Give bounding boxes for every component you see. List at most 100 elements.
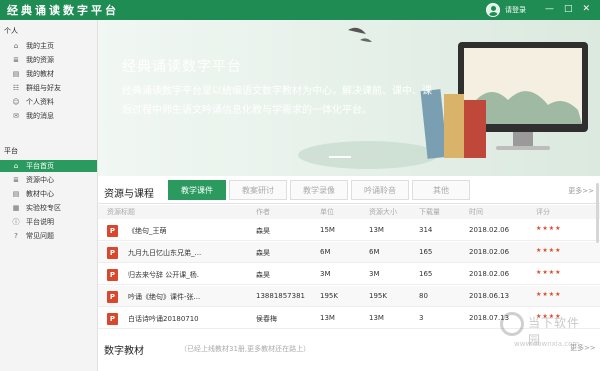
sidebar-item-label: 常见问题 bbox=[26, 232, 54, 240]
resources-more-link[interactable]: 更多>> bbox=[568, 186, 594, 196]
home-icon: ⌂ bbox=[13, 42, 19, 50]
sidebar-item-label: 我的消息 bbox=[26, 112, 54, 120]
table-row[interactable]: P 《绝句_王萌 森昊 15M 13M 314 2018.02.06 ★★★★ bbox=[98, 220, 600, 241]
cell-title[interactable]: 九月九日忆山东兄弟_... bbox=[128, 248, 201, 258]
banner-pager bbox=[304, 156, 376, 158]
col-unit: 单位 bbox=[320, 208, 334, 216]
sidebar-item-label: 我的资源 bbox=[26, 56, 54, 64]
table-header: 资源标题 作者 单位 资源大小 下载量 时间 评分 bbox=[98, 205, 600, 219]
cell-downloads: 314 bbox=[419, 226, 433, 234]
cell-size: 6M bbox=[369, 248, 380, 256]
school-icon: ▦ bbox=[12, 204, 20, 212]
platform-section-title: 平台 bbox=[4, 147, 18, 155]
sidebar-item-label: 我的主页 bbox=[26, 42, 54, 50]
rating-stars: ★★★★ bbox=[536, 225, 562, 232]
rating-stars: ★★★★ bbox=[536, 247, 562, 254]
list-icon: ≣ bbox=[13, 176, 19, 184]
sidebar-item[interactable]: ≣ 我的资源 bbox=[0, 54, 97, 66]
tab-videos[interactable]: 教学录像 bbox=[290, 180, 348, 200]
title-bar: 经典诵读数字平台 请登录 — □ ✕ bbox=[0, 0, 600, 20]
login-area[interactable]: 请登录 bbox=[486, 3, 526, 17]
rating-stars: ★★★★ bbox=[536, 291, 562, 298]
tab-recitation[interactable]: 吟诵聆音 bbox=[351, 180, 409, 200]
cell-title[interactable]: 吟诵《绝句》课件-张... bbox=[128, 292, 200, 302]
cell-author: 森昊 bbox=[256, 227, 270, 235]
bird-icon bbox=[348, 27, 366, 34]
cell-size: 3M bbox=[369, 270, 380, 278]
resources-section-title: 资源与课程 bbox=[104, 189, 154, 200]
list-icon: ≣ bbox=[13, 56, 19, 64]
cell-author: 侯春梅 bbox=[256, 315, 277, 323]
banner[interactable]: 经典诵读数字平台 经典诵读数字平台是以统编语文数字教材为中心，解决课前、课中、课… bbox=[98, 20, 600, 176]
table-row[interactable]: P 归去来兮辞 公开课_杨. 森昊 3M 3M 165 2018.02.06 ★★★★ bbox=[98, 264, 600, 285]
sidebar-item[interactable]: ▤ 我的教材 bbox=[0, 68, 97, 80]
sidebar-item[interactable]: ☷ 群组与好友 bbox=[0, 82, 97, 94]
cell-title[interactable]: 白话诗吟诵20180710 bbox=[128, 314, 199, 324]
cell-author: 森昊 bbox=[256, 271, 270, 279]
cell-title[interactable]: 《绝句_王萌 bbox=[128, 226, 167, 236]
textbooks-title: 数字教材 bbox=[104, 346, 144, 357]
cell-author: 13881857381 bbox=[256, 292, 305, 300]
rating-stars: ★★★★ bbox=[536, 269, 562, 276]
banner-dot-active[interactable] bbox=[329, 156, 351, 158]
sidebar-item[interactable]: ☺ 个人资料 bbox=[0, 96, 97, 108]
sidebar-item[interactable]: ▤ 教材中心 bbox=[0, 188, 97, 200]
info-icon: ⓘ bbox=[12, 218, 20, 226]
cell-downloads: 165 bbox=[419, 248, 433, 256]
sidebar-item[interactable]: ⌂ 平台首页 bbox=[0, 160, 97, 172]
group-icon: ☷ bbox=[12, 84, 20, 92]
sidebar: 个人 ⌂ 我的主页 ≣ 我的资源 ▤ 我的教材 ☷ 群组与好友 ☺ 个人资料 ✉ 我的消息 平台 ⌂ 平… bbox=[0, 20, 98, 371]
cell-size: 13M bbox=[369, 314, 384, 322]
banner-title: 经典诵读数字平台 bbox=[122, 59, 242, 75]
cell-downloads: 3 bbox=[419, 314, 424, 322]
sidebar-item[interactable]: ▦ 实验校专区 bbox=[0, 202, 97, 214]
cell-author: 森昊 bbox=[256, 249, 270, 257]
bird-icon bbox=[360, 38, 372, 42]
ppt-file-icon: P bbox=[107, 291, 118, 303]
ppt-file-icon: P bbox=[107, 247, 118, 259]
tab-other[interactable]: 其他 bbox=[412, 180, 470, 200]
tab-lesson-plans[interactable]: 教案研讨 bbox=[229, 180, 287, 200]
banner-dot[interactable] bbox=[354, 156, 376, 158]
banner-description: 经典诵读数字平台是以统编语文数字教材为中心，解决课前、课中、课后过程中师生语文吟… bbox=[122, 86, 432, 116]
avatar-icon[interactable] bbox=[486, 3, 500, 17]
cell-unit: 3M bbox=[320, 270, 331, 278]
cell-date: 2018.02.06 bbox=[469, 270, 510, 278]
cell-title[interactable]: 归去来兮辞 公开课_杨. bbox=[128, 270, 199, 280]
sidebar-item[interactable]: ⌂ 我的主页 bbox=[0, 40, 97, 52]
scrollbar-thumb[interactable] bbox=[596, 183, 599, 243]
minimize-icon[interactable]: — bbox=[545, 4, 554, 15]
sidebar-item-label: 个人资料 bbox=[26, 98, 54, 106]
sidebar-item-label: 平台说明 bbox=[26, 218, 54, 226]
ppt-file-icon: P bbox=[107, 225, 118, 237]
cell-downloads: 165 bbox=[419, 270, 433, 278]
sidebar-item-label: 资源中心 bbox=[26, 176, 54, 184]
maximize-icon[interactable]: □ bbox=[564, 4, 573, 15]
book-icon: ▤ bbox=[12, 190, 20, 198]
banner-dot[interactable] bbox=[304, 156, 326, 158]
cell-unit: 6M bbox=[320, 248, 331, 256]
sidebar-item[interactable]: ⓘ 平台说明 bbox=[0, 216, 97, 228]
login-button[interactable]: 请登录 bbox=[505, 5, 526, 15]
user-icon: ☺ bbox=[12, 98, 20, 106]
sidebar-item-label: 群组与好友 bbox=[26, 84, 61, 92]
cell-date: 2018.06.13 bbox=[469, 292, 510, 300]
cell-size: 195K bbox=[369, 292, 387, 300]
personal-section-title: 个人 bbox=[4, 27, 18, 35]
sidebar-item[interactable]: ? 常见问题 bbox=[0, 230, 97, 242]
message-icon: ✉ bbox=[13, 112, 19, 120]
close-icon[interactable]: ✕ bbox=[583, 4, 591, 15]
col-title: 资源标题 bbox=[107, 208, 135, 216]
textbooks-note: （已经上线教材31册,更多教材还在路上） bbox=[180, 345, 311, 353]
resources-tab-bar: 资源与课程 教学课件 教案研讨 教学录像 吟诵聆音 其他 更多>> bbox=[98, 180, 600, 204]
tab-courseware[interactable]: 教学课件 bbox=[168, 180, 226, 200]
sidebar-item[interactable]: ≣ 资源中心 bbox=[0, 174, 97, 186]
watermark: 当下软件园 www.downxia.com bbox=[500, 300, 590, 360]
col-size: 资源大小 bbox=[369, 208, 397, 216]
cell-date: 2018.02.06 bbox=[469, 248, 510, 256]
table-row[interactable]: P 九月九日忆山东兄弟_... 森昊 6M 6M 165 2018.02.06 ★★★★ bbox=[98, 242, 600, 263]
book-icon: ▤ bbox=[12, 70, 20, 78]
col-date: 时间 bbox=[469, 208, 483, 216]
col-rating: 评分 bbox=[536, 208, 550, 216]
sidebar-item[interactable]: ✉ 我的消息 bbox=[0, 110, 97, 122]
